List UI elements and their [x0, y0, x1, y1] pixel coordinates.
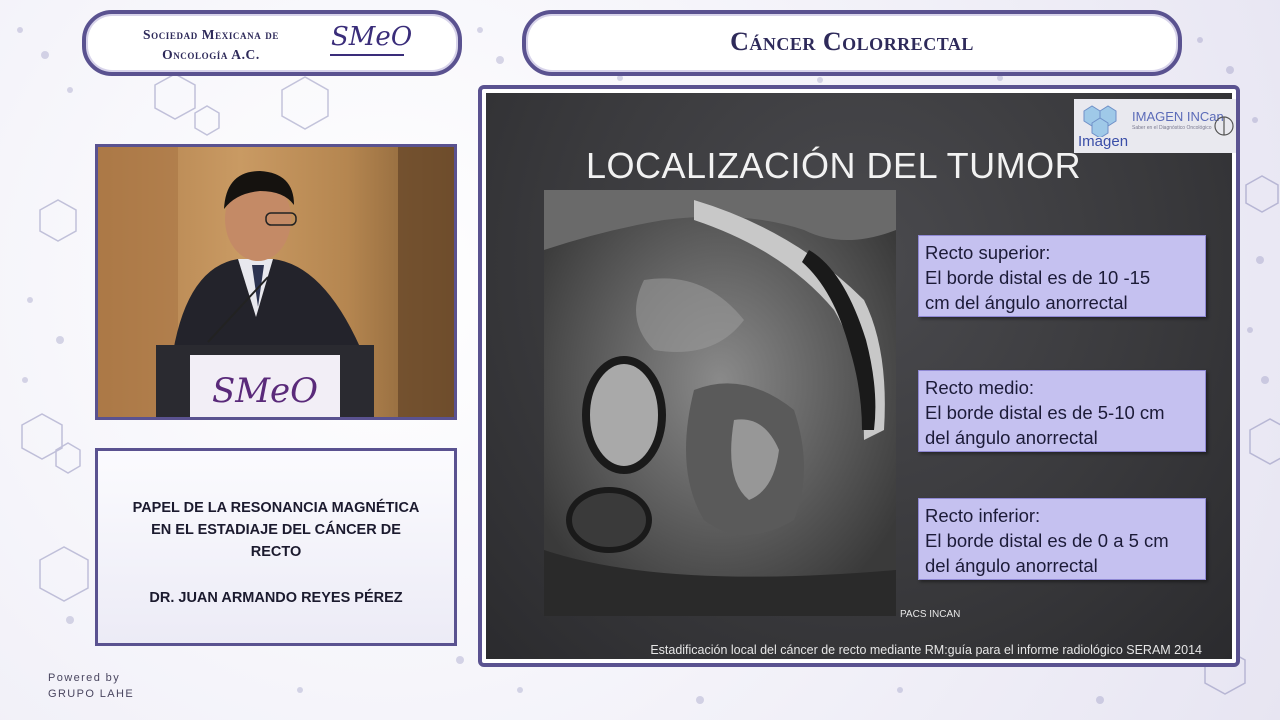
course-title: Cáncer Colorrectal — [730, 27, 974, 56]
middle-rectum-card: Recto medio: El borde distal es de 5-10 … — [918, 370, 1206, 452]
upper-rectum-line1: El borde distal es de 10 -15 — [925, 267, 1151, 288]
powered-by-company: GRUPO LAHE — [48, 688, 135, 700]
lower-rectum-line1: El borde distal es de 0 a 5 cm — [925, 530, 1169, 551]
powered-by-credit: Powered by GRUPO LAHE — [48, 670, 134, 702]
hexagon-logo-icon — [1083, 105, 1117, 137]
imagen-incan-logo: IMAGEN INCan Saber en el Diagnóstico Onc… — [1074, 99, 1236, 153]
talk-title-line3: RECTO — [250, 544, 302, 560]
smeo-logo: SMeO — [331, 22, 413, 52]
organization-header: Sociedad Mexicana de Oncología A.C. SMeO — [82, 10, 462, 76]
speaker-name: DR. JUAN ARMANDO REYES PÉREZ — [149, 590, 403, 606]
organization-name: Sociedad Mexicana de Oncología A.C. — [116, 25, 306, 65]
slide-citation: Estadificación local del cáncer de recto… — [650, 643, 1202, 657]
org-name-line2: Oncología A.C. — [162, 47, 260, 62]
incan-emblem-icon — [1214, 116, 1234, 136]
middle-rectum-line2: del ángulo anorrectal — [925, 427, 1098, 448]
talk-title: PAPEL DE LA RESONANCIA MAGNÉTICA EN EL E… — [98, 497, 454, 563]
image-credit: PACS INCAN — [900, 609, 961, 620]
slide-frame: IMAGEN INCan Saber en el Diagnóstico Onc… — [478, 85, 1240, 667]
middle-rectum-title: Recto medio: — [925, 377, 1034, 398]
slide-heading: LOCALIZACIÓN DEL TUMOR — [586, 145, 1082, 186]
talk-title-line2: EN EL ESTADIAJE DEL CÁNCER DE — [151, 522, 401, 538]
middle-rectum-line1: El borde distal es de 5-10 cm — [925, 402, 1165, 423]
imagen-incan-text: IMAGEN INCan — [1132, 109, 1224, 124]
upper-rectum-line2: cm del ángulo anorrectal — [925, 292, 1128, 313]
lower-rectum-title: Recto inferior: — [925, 505, 1041, 526]
course-title-header: Cáncer Colorrectal — [522, 10, 1182, 76]
speaker-video-scene: SMeO — [98, 147, 454, 417]
imagen-word: Imagen — [1078, 133, 1129, 150]
upper-rectum-title: Recto superior: — [925, 242, 1051, 263]
org-name-line1: Sociedad Mexicana de — [142, 27, 279, 42]
powered-by-label: Powered by — [48, 672, 121, 684]
mri-scan-image — [544, 190, 896, 616]
smeo-logo-underline — [330, 54, 404, 56]
speaker-video: SMeO — [95, 144, 457, 420]
lower-rectum-card: Recto inferior: El borde distal es de 0 … — [918, 498, 1206, 580]
presentation-slide: IMAGEN INCan Saber en el Diagnóstico Onc… — [486, 93, 1236, 659]
lower-rectum-line2: del ángulo anorrectal — [925, 555, 1098, 576]
talk-info-box: PAPEL DE LA RESONANCIA MAGNÉTICA EN EL E… — [95, 448, 457, 646]
upper-rectum-card: Recto superior: El borde distal es de 10… — [918, 235, 1206, 317]
podium-logo: SMeO — [212, 371, 318, 411]
imagen-incan-subtext: Saber en el Diagnóstico Oncológico — [1132, 125, 1212, 131]
talk-title-line1: PAPEL DE LA RESONANCIA MAGNÉTICA — [132, 500, 420, 516]
